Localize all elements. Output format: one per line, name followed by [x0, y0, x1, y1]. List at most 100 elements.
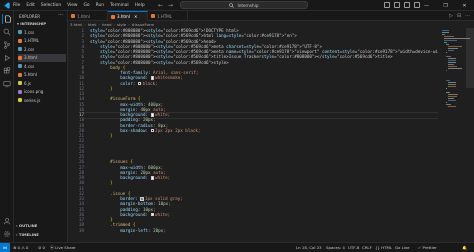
code-line: #issueForm { — [110, 96, 141, 102]
maximize-button[interactable]: ❐ — [436, 0, 455, 11]
color-swatch[interactable] — [150, 128, 155, 133]
split-editor-icon[interactable]: ⊟ — [457, 13, 461, 19]
close-window-button[interactable]: ✕ — [455, 0, 474, 11]
color-swatch[interactable] — [150, 212, 155, 217]
more-actions-icon[interactable]: ··· — [58, 12, 63, 18]
breadcrumb-item[interactable]: head — [102, 22, 111, 27]
minimap-line — [448, 48, 459, 49]
minimap-line — [442, 32, 450, 33]
toggle-secondary-sidebar-icon[interactable] — [404, 2, 410, 8]
menu-file[interactable]: File — [13, 3, 20, 8]
live-share-button[interactable]: ⦿ Live Share — [50, 243, 76, 252]
account-icon[interactable] — [2, 216, 12, 226]
file-item[interactable]: 6.js — [18, 79, 66, 87]
notifications-bell-icon[interactable]: 🔔 — [462, 243, 467, 252]
file-item[interactable]: 3.html — [18, 53, 66, 62]
line-number: 23 — [78, 143, 84, 149]
source-control-icon[interactable] — [2, 40, 12, 50]
file-item[interactable]: 2.css — [18, 45, 66, 53]
command-center-search[interactable]: Internship — [180, 1, 308, 9]
outline-section[interactable]: › OUTLINE — [16, 223, 37, 228]
menu-go[interactable]: Go — [84, 3, 90, 8]
tab-3-html[interactable]: 3.html ✕ — [108, 11, 148, 21]
color-swatch[interactable] — [137, 81, 142, 85]
file-type-icon — [18, 72, 22, 77]
file-item[interactable]: 1.css — [18, 28, 66, 36]
problems-indicator[interactable]: ⊗ 0 ⚠ 0 — [13, 243, 28, 252]
file-item[interactable]: 5.html — [18, 71, 66, 79]
color-swatch[interactable] — [150, 176, 155, 180]
back-arrow-icon[interactable]: ← — [158, 2, 163, 9]
close-tab-icon[interactable]: ✕ — [134, 14, 137, 19]
run-preview-icon[interactable]: ▷ — [449, 13, 453, 19]
menu-terminal[interactable]: Terminal — [110, 3, 129, 8]
minimize-button[interactable]: — — [417, 0, 436, 11]
indentation-indicator[interactable]: Spaces: 4 — [326, 243, 345, 252]
code-line: font-family: Arial, sans-serif; — [120, 70, 199, 75]
color-swatch[interactable] — [140, 197, 144, 201]
forward-arrow-icon[interactable]: → — [168, 2, 173, 9]
eol-indicator[interactable]: CRLF — [362, 243, 372, 252]
run-debug-icon[interactable] — [2, 53, 12, 63]
toggle-primary-sidebar-icon[interactable] — [384, 2, 390, 8]
line-number: 10 — [78, 75, 84, 81]
go-live-button[interactable]: Go Live — [395, 243, 410, 252]
ports-indicator[interactable]: ⊘ 0 — [38, 243, 45, 252]
file-item[interactable]: series.js — [18, 96, 66, 104]
menu-view[interactable]: View — [67, 3, 77, 8]
line-number: 6 — [81, 54, 84, 60]
minimap-line — [448, 82, 456, 83]
timeline-section[interactable]: › TIMELINE — [16, 232, 39, 237]
line-number: 19 — [78, 122, 84, 128]
code-line: } — [110, 85, 113, 91]
menu-run[interactable]: Run — [96, 3, 104, 8]
menu-selection[interactable]: Selection — [41, 3, 61, 8]
search-icon[interactable] — [2, 27, 12, 37]
menu-help[interactable]: Help — [135, 3, 145, 8]
settings-gear-icon[interactable] — [2, 229, 12, 239]
breadcrumb-item[interactable]: #issueForm — [132, 22, 155, 27]
color-swatch[interactable] — [150, 76, 155, 80]
minimap-line — [446, 56, 452, 57]
project-folder-header[interactable]: ▾ INTERNSHIP — [17, 21, 46, 26]
editor-tab-bar: 1.html 3.html ✕ 1.HTML ▷ ⊟ ··· — [68, 11, 474, 21]
breadcrumb-item[interactable]: style — [117, 22, 126, 27]
minimap-line — [448, 58, 456, 59]
breadcrumb-item[interactable]: html — [88, 22, 97, 27]
file-name: 6.js — [24, 80, 32, 86]
breadcrumb-item[interactable]: 3.html — [70, 22, 82, 27]
tab-1-html[interactable]: 1.HTML — [148, 11, 188, 21]
minimap-line — [446, 104, 451, 105]
minimap-line — [442, 30, 449, 31]
line-number: 37 — [78, 217, 84, 222]
minimap-line — [446, 44, 449, 45]
code-line: } — [110, 217, 113, 222]
line-number: 24 — [78, 148, 84, 154]
extensions-icon[interactable] — [2, 66, 12, 76]
language-mode[interactable]: {} HTML — [375, 243, 392, 252]
line-number: 33 — [78, 196, 84, 201]
cursor-position[interactable]: Ln 18, Col 23 — [296, 243, 322, 252]
more-editor-actions-icon[interactable]: ··· — [465, 13, 470, 19]
toggle-panel-icon[interactable] — [394, 2, 400, 8]
code-line: style="color:#808080"><style="color:#569… — [100, 59, 229, 65]
file-item[interactable]: 1.HTML — [18, 37, 66, 45]
code-line: margin-left: 20px; — [120, 227, 166, 233]
file-item[interactable]: 4.css — [18, 62, 66, 70]
color-swatch[interactable] — [150, 113, 155, 117]
menu-edit[interactable]: Edit — [26, 3, 35, 8]
remote-indicator[interactable]: ⋈ — [0, 243, 10, 252]
code-line: background: white; — [120, 112, 171, 117]
tab-1-html[interactable]: 1.html — [68, 11, 108, 21]
editor-scrollbar[interactable] — [466, 28, 474, 88]
remote-explorer-icon[interactable] — [2, 79, 12, 89]
code-editor[interactable]: 1 style="color:#808080"><style="color:#56… — [68, 28, 438, 242]
code-line: background: whitesmoke; — [120, 75, 183, 81]
encoding-indicator[interactable]: UTF-8 — [348, 243, 359, 252]
line-number: 35 — [78, 206, 84, 212]
code-line: .issue { — [110, 190, 131, 196]
prettier-indicator[interactable]: ✓ Prettier — [418, 243, 437, 252]
files-icon[interactable] — [2, 14, 13, 24]
file-item[interactable]: icons.png — [18, 88, 66, 96]
code-line: } — [110, 180, 113, 186]
